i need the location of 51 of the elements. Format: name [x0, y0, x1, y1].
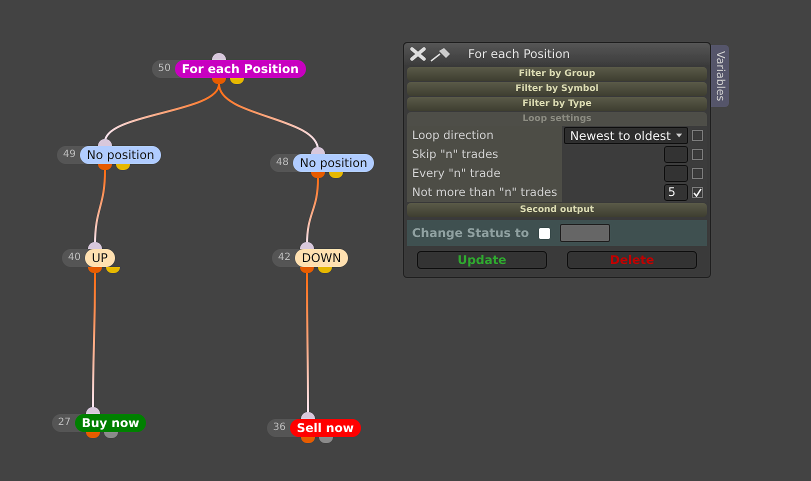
action-button[interactable]: Update: [417, 251, 547, 269]
node-label[interactable]: No position: [292, 154, 374, 172]
input-port[interactable]: [311, 147, 325, 154]
output-port[interactable]: [300, 267, 314, 273]
input-port[interactable]: [301, 412, 315, 419]
output-port[interactable]: [319, 437, 333, 443]
checkbox[interactable]: [692, 187, 703, 198]
output-port[interactable]: [104, 432, 118, 438]
node-label[interactable]: No position: [80, 146, 162, 164]
output-port[interactable]: [88, 267, 102, 273]
section-header[interactable]: Filter by Type: [407, 97, 707, 111]
input-port[interactable]: [98, 139, 112, 146]
output-port[interactable]: [116, 164, 130, 170]
section-header[interactable]: Second output: [407, 203, 707, 217]
checkbox[interactable]: [692, 130, 703, 141]
setting-label: Skip "n" trades: [407, 145, 562, 164]
setting-label: Not more than "n" trades: [407, 183, 562, 202]
setting-label: Loop direction: [407, 126, 562, 145]
section-header[interactable]: Filter by Symbol: [407, 82, 707, 96]
direction-dropdown[interactable]: Newest to oldest: [564, 127, 688, 144]
checkbox[interactable]: [692, 168, 703, 179]
input-port[interactable]: [88, 242, 102, 249]
close-icon[interactable]: [410, 47, 426, 61]
node-label[interactable]: For each Position: [174, 60, 306, 78]
output-port[interactable]: [212, 78, 226, 84]
input-port[interactable]: [300, 242, 314, 249]
output-port[interactable]: [301, 437, 315, 443]
input-field[interactable]: [664, 165, 688, 182]
section-header[interactable]: Filter by Group: [407, 67, 707, 81]
input-port[interactable]: [86, 407, 100, 414]
setting-label: Every "n" trade: [407, 164, 562, 183]
status-field[interactable]: [560, 224, 610, 242]
output-port[interactable]: [311, 172, 325, 178]
status-label: Change Status to: [412, 226, 529, 240]
checkbox[interactable]: [538, 228, 550, 238]
panel-title: For each Position: [468, 47, 570, 61]
variables-tab[interactable]: Variables: [711, 45, 729, 107]
output-port[interactable]: [318, 267, 332, 273]
input-field[interactable]: 5: [664, 184, 688, 201]
node-label[interactable]: DOWN: [294, 249, 348, 267]
output-port[interactable]: [230, 78, 244, 84]
input-port[interactable]: [212, 53, 226, 60]
output-port[interactable]: [98, 164, 112, 170]
output-port[interactable]: [86, 432, 100, 438]
input-field[interactable]: [664, 146, 688, 163]
checkbox[interactable]: [692, 149, 703, 160]
node-label[interactable]: Sell now: [290, 419, 361, 437]
output-port[interactable]: [106, 267, 120, 273]
output-port[interactable]: [329, 172, 343, 178]
node-label[interactable]: Buy now: [74, 414, 146, 432]
node-label[interactable]: UP: [84, 249, 115, 267]
